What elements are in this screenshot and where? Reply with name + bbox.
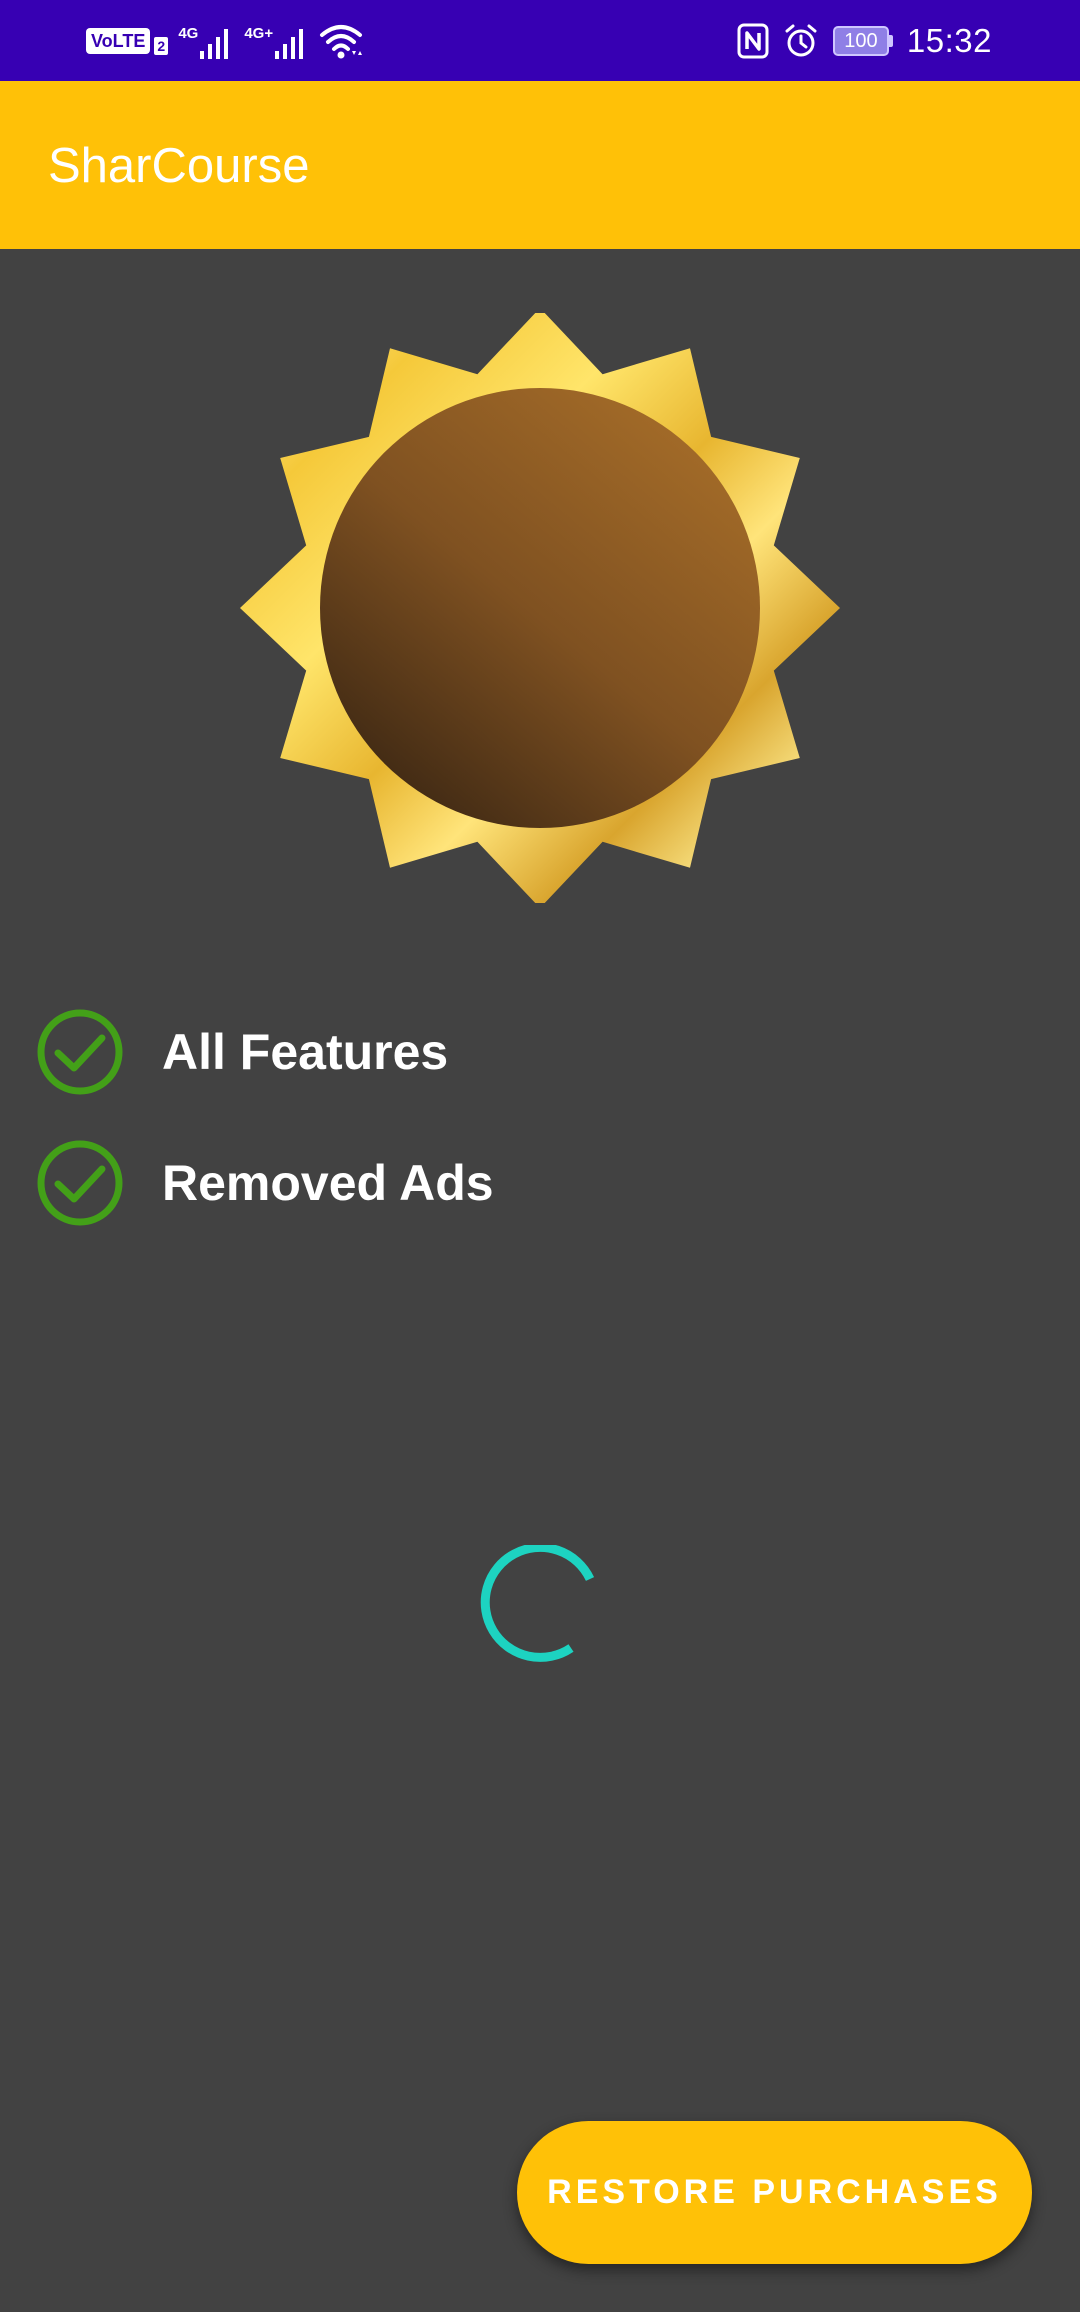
network-type-label: 4G — [178, 25, 199, 42]
nfc-icon — [737, 23, 769, 59]
signal-bars-icon — [200, 29, 229, 59]
alarm-icon — [785, 24, 817, 57]
status-right-group: 100 15:32 — [737, 16, 992, 66]
restore-purchases-button[interactable]: RESTORE PURCHASES — [517, 2121, 1032, 2264]
battery-icon: 100 — [832, 26, 893, 56]
screen: VoLTE 2 4G 4G+ 100 15:32 SharCourse All … — [0, 0, 1080, 2312]
volte-icon: VoLTE 2 — [86, 27, 169, 55]
signal-icon: 4G+ — [244, 23, 309, 59]
signal-bars-icon — [275, 29, 304, 59]
check-circle-icon — [37, 1009, 123, 1095]
badge-center — [320, 388, 760, 828]
feature-label: All Features — [162, 1024, 449, 1080]
app-title: SharCourse — [48, 139, 310, 193]
signal-icon: 4G — [178, 23, 234, 59]
feature-item-all-features: All Features — [36, 1007, 448, 1097]
wifi-icon — [320, 25, 363, 59]
status-clock: 15:32 — [906, 22, 992, 59]
loading-spinner-icon — [480, 1545, 595, 1662]
volte-label: VoLTE — [86, 28, 151, 54]
app-bar: SharCourse — [0, 81, 1080, 249]
battery-tip — [888, 35, 893, 47]
feature-label: Removed Ads — [162, 1155, 494, 1211]
status-bar: VoLTE 2 4G 4G+ 100 15:32 — [0, 0, 1080, 81]
premium-badge-icon — [240, 313, 840, 903]
status-left-group: VoLTE 2 4G 4G+ — [86, 20, 363, 62]
feature-item-removed-ads: Removed Ads — [36, 1138, 494, 1228]
check-circle-icon — [37, 1140, 123, 1226]
battery-level: 100 — [832, 26, 889, 56]
network-type-label: 4G+ — [244, 25, 274, 42]
sim-number: 2 — [154, 37, 169, 55]
